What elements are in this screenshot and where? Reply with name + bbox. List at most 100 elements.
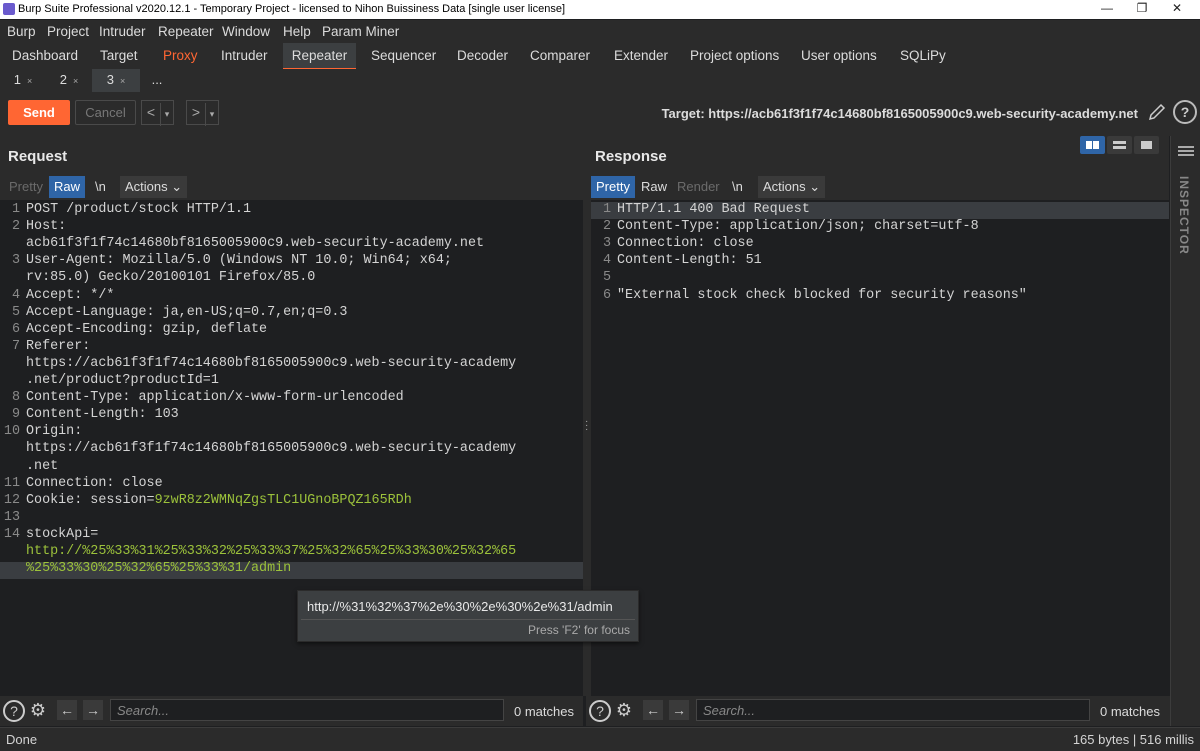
- layout-tabs-icon[interactable]: [1134, 136, 1159, 154]
- code-line[interactable]: Origin:: [26, 424, 82, 439]
- menu-burp[interactable]: Burp: [7, 24, 36, 39]
- code-line[interactable]: Accept: */*: [26, 288, 114, 303]
- response-pretty-toggle[interactable]: Pretty: [591, 176, 635, 198]
- help-icon[interactable]: ?: [589, 700, 611, 722]
- code-line[interactable]: Content-Type: application/x-www-form-url…: [26, 390, 404, 405]
- response-actions-dropdown[interactable]: Actions ⌄: [758, 176, 826, 198]
- layout-side-by-side-icon[interactable]: [1080, 136, 1105, 154]
- response-newline-toggle[interactable]: \n: [727, 176, 748, 198]
- back-arrow-icon[interactable]: <: [142, 101, 160, 124]
- close-tab-icon[interactable]: ×: [27, 76, 32, 86]
- close-tab-icon[interactable]: ×: [73, 76, 78, 86]
- help-icon[interactable]: ?: [1173, 100, 1197, 124]
- help-icon[interactable]: ?: [3, 700, 25, 722]
- menu-param-miner[interactable]: Param Miner: [322, 24, 399, 39]
- code-line[interactable]: .net: [26, 459, 58, 474]
- code-line[interactable]: .net/product?productId=1: [26, 373, 219, 388]
- forward-arrow-icon[interactable]: >: [187, 101, 205, 124]
- code-line[interactable]: acb61f3f1f74c14680bf8165005900c9.web-sec…: [26, 236, 484, 251]
- code-token: %25%33%30%25%32%65%25%33%31/admin: [26, 561, 292, 577]
- gear-icon[interactable]: ⚙: [614, 700, 634, 720]
- tab-sequencer[interactable]: Sequencer: [371, 48, 436, 63]
- tab-project-options[interactable]: Project options: [690, 48, 779, 63]
- response-match-count: 0 matches: [1100, 704, 1160, 719]
- menu-help[interactable]: Help: [283, 24, 311, 39]
- gear-icon[interactable]: ⚙: [28, 700, 48, 720]
- code-line[interactable]: Host:: [26, 219, 66, 234]
- code-line[interactable]: Content-Length: 103: [26, 407, 179, 422]
- close-window-button[interactable]: ✕: [1163, 1, 1191, 17]
- code-line[interactable]: Connection: close: [26, 476, 163, 491]
- code-line[interactable]: User-Agent: Mozilla/5.0 (Windows NT 10.0…: [26, 253, 452, 268]
- code-token: Connection:: [26, 475, 123, 491]
- tab-dashboard[interactable]: Dashboard: [12, 48, 78, 63]
- tab-user-options[interactable]: User options: [801, 48, 877, 63]
- menu-repeater[interactable]: Repeater: [158, 24, 214, 39]
- edit-target-pencil-icon[interactable]: [1147, 102, 1167, 122]
- code-line[interactable]: POST /product/stock HTTP/1.1: [26, 202, 251, 217]
- tab-sqlipy[interactable]: SQLiPy: [900, 48, 946, 63]
- minimize-button[interactable]: —: [1093, 1, 1121, 17]
- layout-stacked-icon[interactable]: [1107, 136, 1132, 154]
- repeater-tab-2[interactable]: 2 ×: [46, 69, 92, 92]
- repeater-tab-1[interactable]: 1 ×: [0, 69, 46, 92]
- code-token: Host:: [26, 219, 67, 235]
- forward-history-dropdown-icon[interactable]: ▾: [205, 103, 218, 126]
- hamburger-menu-icon[interactable]: [1178, 146, 1194, 148]
- code-line[interactable]: http://%25%33%31%25%33%32%25%33%37%25%32…: [26, 544, 516, 559]
- code-line[interactable]: stockApi=: [26, 527, 98, 542]
- response-editor[interactable]: 1 HTTP/1.1 400 Bad Request 2 Content-Type: …: [591, 200, 1169, 696]
- next-match-arrow-icon[interactable]: →: [83, 700, 103, 720]
- next-match-arrow-icon[interactable]: →: [669, 700, 689, 720]
- previous-match-arrow-icon[interactable]: ←: [643, 700, 663, 720]
- tab-extender[interactable]: Extender: [614, 48, 668, 63]
- code-line[interactable]: Content-Length: 51: [617, 253, 762, 268]
- code-line[interactable]: Connection: close: [617, 236, 754, 251]
- response-raw-toggle[interactable]: Raw: [636, 176, 672, 198]
- code-line[interactable]: https://acb61f3f1f74c14680bf8165005900c9…: [26, 356, 516, 371]
- line-number: 9: [11, 407, 20, 423]
- restore-button[interactable]: ❐: [1128, 1, 1156, 17]
- request-actions-dropdown[interactable]: Actions ⌄: [120, 176, 188, 198]
- inspector-sidebar[interactable]: INSPECTOR: [1170, 136, 1200, 726]
- line-number: 7: [11, 338, 20, 354]
- code-line[interactable]: %25%33%30%25%32%65%25%33%31/admin: [26, 561, 291, 576]
- tab-decoder[interactable]: Decoder: [457, 48, 508, 63]
- code-line[interactable]: rv:85.0) Gecko/20100101 Firefox/85.0: [26, 270, 315, 285]
- tab-intruder[interactable]: Intruder: [221, 48, 268, 63]
- code-token: 51: [745, 253, 762, 269]
- cancel-button[interactable]: Cancel: [75, 100, 136, 125]
- request-pretty-toggle[interactable]: Pretty: [4, 176, 48, 198]
- repeater-tab-3[interactable]: 3 ×: [92, 69, 140, 94]
- menu-window[interactable]: Window: [222, 24, 270, 39]
- menu-intruder[interactable]: Intruder: [99, 24, 146, 39]
- tab-target[interactable]: Target: [100, 48, 138, 63]
- code-line[interactable]: Referer:: [26, 339, 90, 354]
- tab-comparer[interactable]: Comparer: [530, 48, 590, 63]
- close-tab-icon[interactable]: ×: [120, 76, 125, 86]
- code-line[interactable]: Accept-Language: ja,en-US;q=0.7,en;q=0.3: [26, 305, 347, 320]
- code-line[interactable]: Accept-Encoding: gzip, deflate: [26, 322, 267, 337]
- menu-project[interactable]: Project: [47, 24, 89, 39]
- response-search-input[interactable]: Search...: [696, 699, 1090, 721]
- code-token: HTTP/1.1 400 Bad Request: [617, 202, 810, 217]
- code-line[interactable]: https://acb61f3f1f74c14680bf8165005900c9…: [26, 441, 516, 456]
- code-line[interactable]: "External stock check blocked for securi…: [617, 288, 1027, 303]
- repeater-tab-more[interactable]: ...: [140, 69, 174, 92]
- code-line[interactable]: HTTP/1.1 400 Bad Request: [617, 202, 810, 217]
- request-raw-toggle[interactable]: Raw: [49, 176, 86, 198]
- inspector-label[interactable]: INSPECTOR: [1177, 176, 1191, 255]
- request-search-input[interactable]: Search...: [110, 699, 504, 721]
- request-newline-toggle[interactable]: \n: [90, 176, 111, 198]
- back-history-dropdown-icon[interactable]: ▾: [160, 103, 173, 126]
- previous-match-arrow-icon[interactable]: ←: [57, 700, 77, 720]
- window-title: Burp Suite Professional v2020.12.1 - Tem…: [18, 3, 566, 15]
- repeater-tab-label: 3: [106, 72, 114, 87]
- tab-repeater[interactable]: Repeater: [283, 43, 356, 70]
- response-render-toggle[interactable]: Render: [672, 176, 725, 198]
- code-line[interactable]: Cookie: session=9zwR8z2WMNqZgsTLC1UGnoBP…: [26, 493, 412, 508]
- tab-proxy[interactable]: Proxy: [163, 48, 198, 63]
- code-line[interactable]: Content-Type: application/json; charset=…: [617, 219, 979, 234]
- response-panel: Response Pretty Raw Render \n Actions ⌄ …: [591, 136, 1169, 696]
- send-button[interactable]: Send: [8, 100, 70, 125]
